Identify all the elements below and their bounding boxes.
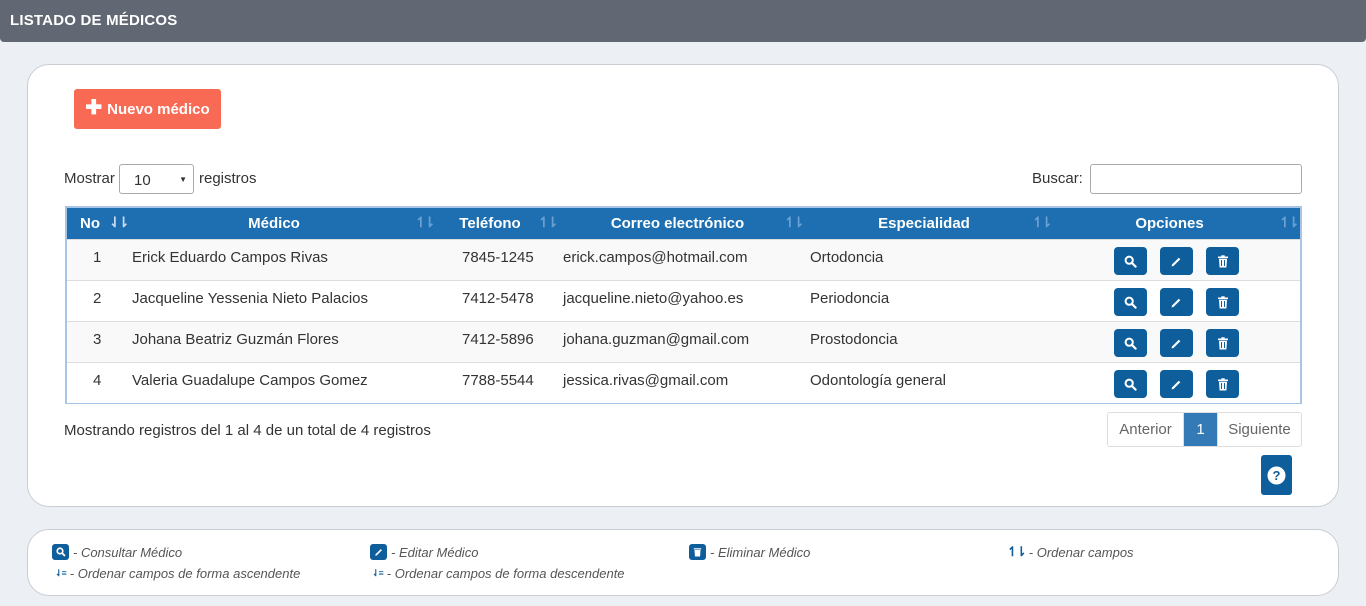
show-label: Mostrar bbox=[64, 170, 115, 187]
sort-asc-icon: ⇃≡ bbox=[55, 568, 67, 578]
cell-especialidad: Ortodoncia bbox=[810, 249, 884, 266]
svg-text:?: ? bbox=[1273, 468, 1281, 483]
cell-medico: Erick Eduardo Campos Rivas bbox=[132, 249, 328, 266]
search-icon bbox=[1124, 255, 1137, 268]
delete-button[interactable] bbox=[1206, 247, 1239, 275]
column-medico[interactable]: Médico bbox=[129, 208, 419, 239]
search-icon bbox=[1124, 337, 1137, 350]
cell-especialidad: Periodoncia bbox=[810, 290, 890, 307]
legend-consult: - Consultar Médico bbox=[52, 544, 182, 560]
plus-icon: ✚ bbox=[85, 97, 103, 119]
trash-icon bbox=[1217, 254, 1228, 267]
edit-button[interactable] bbox=[1160, 247, 1193, 275]
trash-icon bbox=[1217, 377, 1228, 390]
column-especialidad[interactable]: Especialidad bbox=[808, 208, 1040, 239]
table-row: 2 Jacqueline Yessenia Nieto Palacios 741… bbox=[67, 280, 1300, 321]
delete-button[interactable] bbox=[1206, 288, 1239, 316]
sort-icon: ↿⇂ bbox=[784, 214, 805, 230]
cell-telefono: 7788-5544 bbox=[462, 372, 534, 389]
page-length-select[interactable]: 10 ▼ bbox=[119, 164, 194, 194]
sort-desc-icon: ⇃≡ bbox=[372, 568, 384, 578]
sort-icon: ↿⇂ bbox=[1279, 214, 1300, 230]
top-bar: LISTADO DE MÉDICOS bbox=[0, 0, 1366, 42]
view-button[interactable] bbox=[1114, 247, 1147, 275]
table-row: 4 Valeria Guadalupe Campos Gomez 7788-55… bbox=[67, 362, 1300, 403]
legend-sort-desc: ⇃≡ - Ordenar campos de forma descendente bbox=[372, 566, 625, 581]
caret-down-icon: ▼ bbox=[179, 175, 187, 184]
cell-correo: johana.guzman@gmail.com bbox=[563, 331, 750, 348]
view-button[interactable] bbox=[1114, 329, 1147, 357]
page-length-value: 10 bbox=[134, 172, 151, 189]
new-doctor-button[interactable]: ✚ Nuevo médico bbox=[74, 89, 221, 129]
legend-delete: - Eliminar Médico bbox=[689, 544, 810, 560]
trash-icon bbox=[689, 544, 706, 560]
column-opciones[interactable]: Opciones bbox=[1056, 208, 1283, 239]
cell-telefono: 7412-5896 bbox=[462, 331, 534, 348]
search-icon bbox=[1124, 296, 1137, 309]
pencil-icon bbox=[370, 544, 387, 560]
table-row: 3 Johana Beatriz Guzmán Flores 7412-5896… bbox=[67, 321, 1300, 362]
trash-icon bbox=[1217, 295, 1228, 308]
cell-correo: erick.campos@hotmail.com bbox=[563, 249, 748, 266]
legend-edit: - Editar Médico bbox=[370, 544, 478, 560]
page-1-button[interactable]: 1 bbox=[1184, 413, 1217, 446]
sort-icon: ↿⇂ bbox=[1032, 214, 1053, 230]
edit-button[interactable] bbox=[1160, 370, 1193, 398]
records-label: registros bbox=[199, 170, 257, 187]
cell-no: 2 bbox=[93, 290, 102, 307]
trash-icon bbox=[1217, 336, 1228, 349]
next-page-button[interactable]: Siguiente bbox=[1217, 413, 1301, 446]
view-button[interactable] bbox=[1114, 288, 1147, 316]
delete-button[interactable] bbox=[1206, 329, 1239, 357]
sort-icon: ↿⇂ bbox=[415, 214, 436, 230]
table-header: No ⇃⇂ Médico ↿⇂ Teléfono ↿⇂ Correo elect… bbox=[67, 208, 1300, 239]
doctors-table: No ⇃⇂ Médico ↿⇂ Teléfono ↿⇂ Correo elect… bbox=[65, 206, 1302, 404]
main-card: ✚ Nuevo médico Mostrar 10 ▼ registros Bu… bbox=[27, 64, 1339, 507]
legend-sort: ↿⇂ - Ordenar campos bbox=[1007, 544, 1134, 560]
edit-button[interactable] bbox=[1160, 329, 1193, 357]
pencil-icon bbox=[1171, 339, 1181, 348]
cell-medico: Valeria Guadalupe Campos Gomez bbox=[132, 372, 368, 389]
sort-asc-icon: ⇃⇂ bbox=[109, 214, 130, 230]
delete-button[interactable] bbox=[1206, 370, 1239, 398]
previous-page-button[interactable]: Anterior bbox=[1108, 413, 1184, 446]
cell-correo: jessica.rivas@gmail.com bbox=[563, 372, 729, 389]
page-title: LISTADO DE MÉDICOS bbox=[10, 12, 178, 29]
legend-panel: - Consultar Médico - Editar Médico - Eli… bbox=[27, 529, 1339, 596]
view-button[interactable] bbox=[1114, 370, 1147, 398]
search-icon bbox=[1124, 378, 1137, 391]
cell-no: 1 bbox=[93, 249, 102, 266]
pencil-icon bbox=[1171, 257, 1181, 266]
cell-medico: Johana Beatriz Guzmán Flores bbox=[132, 331, 339, 348]
sort-icon: ↿⇂ bbox=[538, 214, 559, 230]
pencil-icon bbox=[1171, 298, 1181, 307]
legend-sort-asc: ⇃≡ - Ordenar campos de forma ascendente bbox=[55, 566, 301, 581]
table-info: Mostrando registros del 1 al 4 de un tot… bbox=[64, 422, 431, 439]
pencil-icon bbox=[1171, 380, 1181, 389]
cell-no: 3 bbox=[93, 331, 102, 348]
edit-button[interactable] bbox=[1160, 288, 1193, 316]
sort-icon: ↿⇂ bbox=[1007, 544, 1027, 559]
search-icon bbox=[52, 544, 69, 560]
question-circle-icon: ? bbox=[1267, 466, 1286, 484]
column-telefono[interactable]: Teléfono bbox=[442, 208, 538, 239]
column-correo[interactable]: Correo electrónico bbox=[561, 208, 794, 239]
cell-telefono: 7412-5478 bbox=[462, 290, 534, 307]
search-label: Buscar: bbox=[1032, 170, 1083, 187]
new-doctor-label: Nuevo médico bbox=[107, 100, 210, 118]
cell-no: 4 bbox=[93, 372, 102, 389]
table-row: 1 Erick Eduardo Campos Rivas 7845-1245 e… bbox=[67, 239, 1300, 280]
cell-medico: Jacqueline Yessenia Nieto Palacios bbox=[132, 290, 368, 307]
search-input[interactable] bbox=[1090, 164, 1302, 194]
cell-especialidad: Odontología general bbox=[810, 372, 946, 389]
cell-especialidad: Prostodoncia bbox=[810, 331, 898, 348]
cell-telefono: 7845-1245 bbox=[462, 249, 534, 266]
help-button[interactable]: ? bbox=[1261, 455, 1292, 495]
cell-correo: jacqueline.nieto@yahoo.es bbox=[563, 290, 744, 307]
pagination: Anterior 1 Siguiente bbox=[1107, 412, 1302, 447]
